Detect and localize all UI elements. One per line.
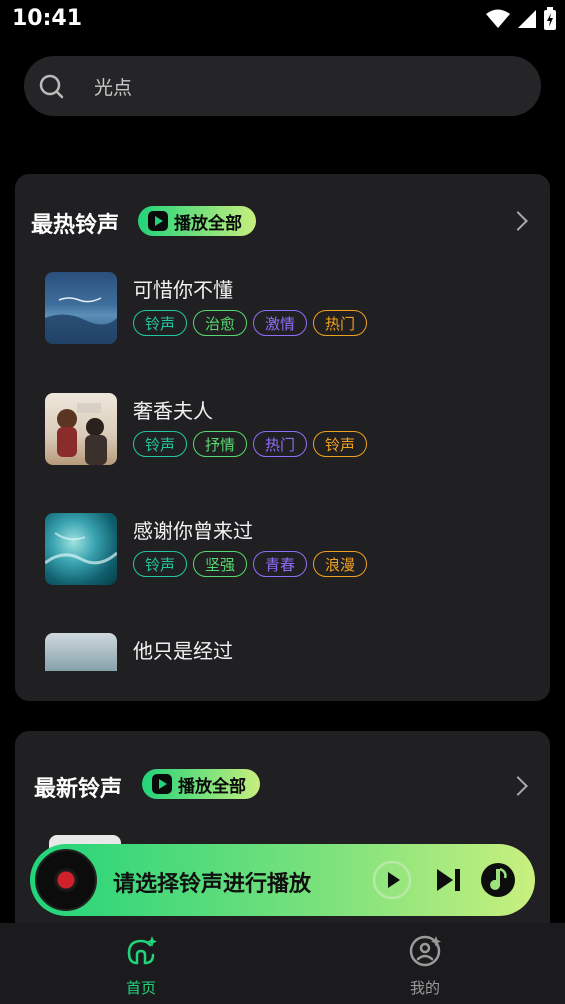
status-bar: 10:41 [0, 0, 565, 40]
tag-list: 铃声 坚强 青春 浪漫 [133, 551, 367, 577]
chevron-right-icon[interactable] [508, 211, 528, 231]
play-icon [148, 211, 168, 231]
song-item[interactable]: 可惜你不懂 铃声 治愈 激情 热门 [45, 264, 525, 344]
song-title: 可惜你不懂 [133, 278, 233, 302]
cellular-signal-icon [518, 10, 536, 28]
search-bar[interactable]: 光点 [24, 56, 541, 116]
player-prompt: 请选择铃声进行播放 [113, 872, 312, 897]
play-icon [152, 774, 172, 794]
profile-icon [409, 935, 441, 967]
search-placeholder: 光点 [94, 77, 133, 99]
play-all-label: 播放全部 [178, 776, 246, 797]
status-time: 10:41 [12, 6, 83, 31]
tag[interactable]: 浪漫 [313, 551, 367, 577]
tag[interactable]: 激情 [253, 310, 307, 336]
tag[interactable]: 铃声 [133, 431, 187, 457]
chevron-right-icon[interactable] [508, 776, 528, 796]
play-all-button[interactable]: 播放全部 [142, 769, 260, 799]
search-icon [39, 74, 64, 99]
status-icons [485, 7, 557, 31]
bottom-nav: 首页 我的 [0, 923, 565, 1004]
nav-home[interactable]: 首页 [81, 933, 201, 998]
section-title: 最热铃声 [31, 213, 120, 238]
hot-ringtones-card: 最热铃声 播放全部 可惜你不懂 铃声 治愈 激情 热门 奢香夫人 铃声 抒情 热… [15, 174, 550, 701]
nav-mine[interactable]: 我的 [365, 933, 485, 998]
vinyl-disc-icon [35, 849, 97, 911]
song-item[interactable]: 他只是经过 [45, 625, 525, 671]
song-cover [45, 272, 117, 344]
play-all-label: 播放全部 [174, 213, 242, 234]
tag[interactable]: 热门 [253, 431, 307, 457]
tag[interactable]: 治愈 [193, 310, 247, 336]
song-cover [45, 393, 117, 465]
tag-list: 铃声 治愈 激情 热门 [133, 310, 367, 336]
song-item[interactable]: 奢香夫人 铃声 抒情 热门 铃声 [45, 385, 525, 465]
song-item[interactable]: 感谢你曾来过 铃声 坚强 青春 浪漫 [45, 505, 525, 585]
play-all-button[interactable]: 播放全部 [138, 206, 256, 236]
tag-list: 铃声 抒情 热门 铃声 [133, 431, 367, 457]
tag[interactable]: 铃声 [133, 551, 187, 577]
song-cover [45, 513, 117, 585]
mini-player[interactable]: 请选择铃声进行播放 [30, 844, 535, 916]
new-ringtones-card: 最新铃声 播放全部 [15, 731, 550, 951]
tag[interactable]: 铃声 [133, 310, 187, 336]
next-track-button[interactable] [428, 860, 468, 900]
nav-mine-label: 我的 [409, 979, 440, 997]
battery-icon [544, 7, 556, 30]
nav-home-label: 首页 [125, 979, 156, 997]
tag[interactable]: 坚强 [193, 551, 247, 577]
song-cover [45, 633, 117, 671]
tag[interactable]: 抒情 [193, 431, 247, 457]
song-title: 感谢你曾来过 [133, 519, 253, 543]
tag[interactable]: 青春 [253, 551, 307, 577]
music-note-icon[interactable] [478, 860, 518, 900]
song-title: 他只是经过 [133, 639, 233, 663]
song-title: 奢香夫人 [133, 399, 213, 423]
wifi-icon [486, 9, 510, 28]
play-button[interactable] [372, 860, 412, 900]
tag[interactable]: 热门 [313, 310, 367, 336]
hot-song-list: 可惜你不懂 铃声 治愈 激情 热门 奢香夫人 铃声 抒情 热门 铃声 感谢你曾来… [15, 264, 550, 671]
home-icon [127, 936, 157, 965]
tag[interactable]: 铃声 [313, 431, 367, 457]
section-title: 最新铃声 [34, 777, 123, 802]
